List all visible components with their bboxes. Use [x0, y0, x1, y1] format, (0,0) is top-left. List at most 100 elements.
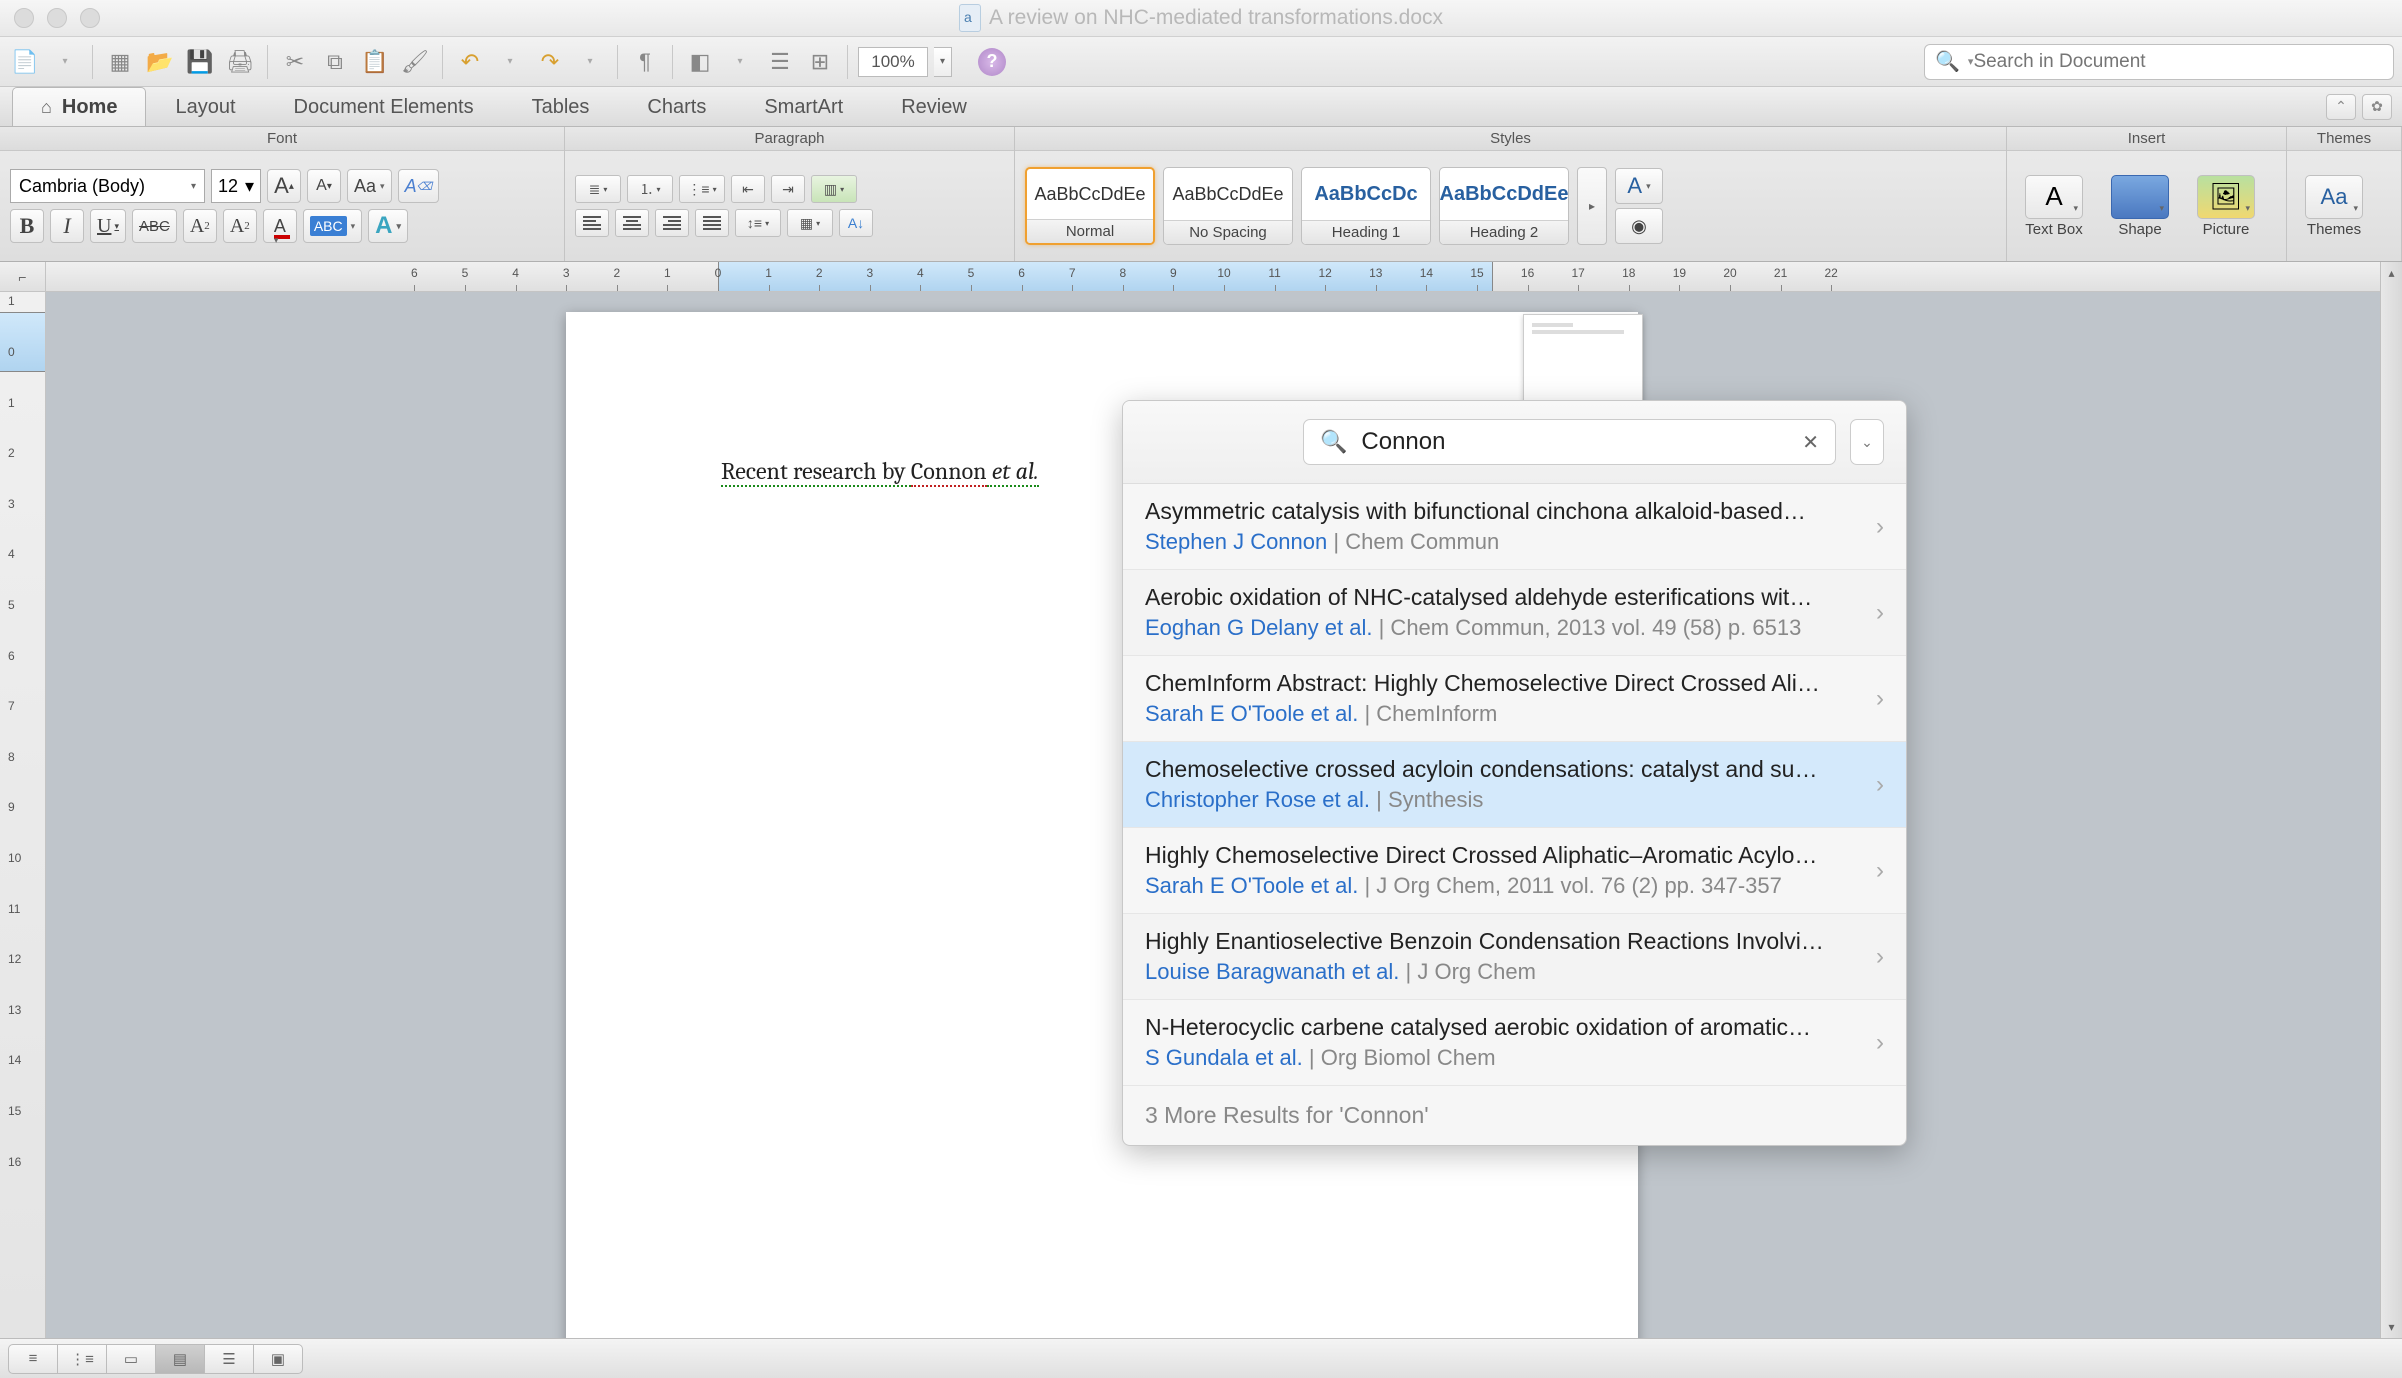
save-icon[interactable]: 💾 [183, 45, 217, 79]
media-icon[interactable]: ⊞ [803, 45, 837, 79]
result-item[interactable]: Aerobic oxidation of NHC-catalysed aldeh… [1123, 570, 1906, 656]
tab-charts[interactable]: Charts [618, 87, 735, 126]
document-text[interactable]: Recent research by Connon et al. [721, 457, 1039, 485]
result-item[interactable]: Asymmetric catalysis with bifunctional c… [1123, 484, 1906, 570]
horizontal-ruler[interactable]: 6543210123456789101112131415161718192021… [46, 262, 2402, 291]
copy-icon[interactable]: ⧉ [318, 45, 352, 79]
change-styles-button[interactable]: A [1615, 168, 1663, 204]
view-draft-button[interactable]: ≡ [8, 1344, 58, 1374]
tab-smartart[interactable]: SmartArt [735, 87, 872, 126]
scroll-down-icon[interactable]: ▾ [2381, 1316, 2402, 1338]
popup-search-options-icon[interactable]: ⌄ [1850, 419, 1884, 465]
result-item[interactable]: Chemoselective crossed acyloin condensat… [1123, 742, 1906, 828]
view-print-layout-button[interactable]: ▤ [155, 1344, 205, 1374]
style-card[interactable]: AaBbCcDcHeading 1 [1301, 167, 1431, 245]
superscript-button[interactable]: A2 [183, 209, 217, 243]
result-item[interactable]: N-Heterocyclic carbene catalysed aerobic… [1123, 1000, 1906, 1086]
increase-indent-button[interactable]: ⇥ [771, 175, 805, 203]
tab-layout[interactable]: Layout [146, 87, 264, 126]
zoom-window-icon[interactable] [80, 8, 100, 28]
redo-icon[interactable]: ↷ [533, 45, 567, 79]
popup-search-box[interactable]: 🔍 ✕ [1303, 419, 1836, 465]
view-notebook-button[interactable]: ☰ [204, 1344, 254, 1374]
search-document-input[interactable] [1973, 51, 2383, 73]
align-right-button[interactable] [655, 209, 689, 237]
justify-button[interactable] [695, 209, 729, 237]
styles-pane-button[interactable]: ◉ [1615, 208, 1663, 244]
tab-document-elements[interactable]: Document Elements [265, 87, 503, 126]
ribbon-settings-icon[interactable]: ✿ [2362, 94, 2392, 120]
shading-button[interactable]: ▦ [787, 209, 833, 237]
undo-icon[interactable]: ↶ [453, 45, 487, 79]
vertical-ruler[interactable]: 1012345678910111213141516 [0, 292, 46, 1338]
show-formatting-icon[interactable]: ¶ [628, 45, 662, 79]
result-item[interactable]: ChemInform Abstract: Highly Chemoselecti… [1123, 656, 1906, 742]
style-card[interactable]: AaBbCcDdEeHeading 2 [1439, 167, 1569, 245]
zoom-dropdown-icon[interactable]: ▾ [934, 47, 952, 77]
result-item[interactable]: Highly Chemoselective Direct Crossed Ali… [1123, 828, 1906, 914]
clear-formatting-button[interactable]: A⌫ [398, 169, 440, 203]
scroll-up-icon[interactable]: ▴ [2381, 262, 2402, 284]
themes-button[interactable]: Aa Themes [2295, 171, 2373, 242]
popup-search-input[interactable] [1361, 428, 1788, 456]
bullets-button[interactable]: ≣ [575, 175, 621, 203]
redo-dropdown-icon[interactable]: ▾ [573, 45, 607, 79]
multilevel-list-button[interactable]: ⋮≡ [679, 175, 725, 203]
cut-icon[interactable]: ✂ [278, 45, 312, 79]
new-doc-icon[interactable]: 📄 [8, 45, 42, 79]
italic-button[interactable]: I [50, 209, 84, 243]
open-template-icon[interactable]: ▦ [103, 45, 137, 79]
strikethrough-button[interactable]: ABC [132, 209, 177, 243]
shrink-font-button[interactable]: A▾ [307, 169, 341, 203]
change-case-button[interactable]: Aa [347, 169, 392, 203]
align-center-button[interactable] [615, 209, 649, 237]
columns-button[interactable]: ▥ [811, 175, 857, 203]
tab-tables[interactable]: Tables [503, 87, 619, 126]
tab-review[interactable]: Review [872, 87, 996, 126]
font-size-selector[interactable]: 12▾ [211, 169, 261, 203]
collapse-ribbon-icon[interactable]: ⌃ [2326, 94, 2356, 120]
paste-icon[interactable]: 📋 [358, 45, 392, 79]
shape-button[interactable]: Shape [2101, 171, 2179, 242]
view-outline-button[interactable]: ⋮≡ [57, 1344, 107, 1374]
view-focus-button[interactable]: ▣ [253, 1344, 303, 1374]
highlight-color-button[interactable]: ABC [303, 209, 362, 243]
style-card[interactable]: AaBbCcDdEeNormal [1025, 167, 1155, 245]
grow-font-button[interactable]: A▴ [267, 169, 301, 203]
tab-stop-selector[interactable]: ⌐ [0, 262, 46, 291]
new-doc-dropdown-icon[interactable]: ▾ [48, 45, 82, 79]
picture-button[interactable]: 🖼 Picture [2187, 171, 2265, 242]
clear-search-icon[interactable]: ✕ [1802, 430, 1819, 455]
style-card[interactable]: AaBbCcDdEeNo Spacing [1163, 167, 1293, 245]
toolbox-icon[interactable]: ☰ [763, 45, 797, 79]
textbox-button[interactable]: A Text Box [2015, 171, 2093, 242]
close-window-icon[interactable] [14, 8, 34, 28]
bold-button[interactable]: B [10, 209, 44, 243]
font-color-button[interactable]: A [263, 209, 297, 243]
help-icon[interactable]: ? [978, 48, 1006, 76]
subscript-button[interactable]: A2 [223, 209, 257, 243]
print-icon[interactable]: 🖨 [223, 45, 257, 79]
more-results[interactable]: 3 More Results for 'Connon' [1123, 1086, 1906, 1145]
zoom-value[interactable]: 100% [858, 47, 928, 77]
search-document-field[interactable]: 🔍 ▾ [1924, 44, 2394, 80]
minimize-window-icon[interactable] [47, 8, 67, 28]
decrease-indent-button[interactable]: ⇤ [731, 175, 765, 203]
sidebar-dropdown-icon[interactable]: ▾ [723, 45, 757, 79]
text-effects-button[interactable]: A [368, 209, 408, 243]
undo-dropdown-icon[interactable]: ▾ [493, 45, 527, 79]
line-spacing-button[interactable]: ↕≡ [735, 209, 781, 237]
tab-home[interactable]: ⌂Home [12, 87, 146, 126]
result-item[interactable]: Highly Enantioselective Benzoin Condensa… [1123, 914, 1906, 1000]
sort-button[interactable]: A↓ [839, 209, 873, 237]
underline-button[interactable]: U [90, 209, 126, 243]
open-icon[interactable]: 📂 [143, 45, 177, 79]
format-painter-icon[interactable]: 🖌 [398, 45, 432, 79]
align-left-button[interactable] [575, 209, 609, 237]
view-publishing-button[interactable]: ▭ [106, 1344, 156, 1374]
vertical-scrollbar[interactable]: ▴ ▾ [2380, 262, 2402, 1338]
numbering-button[interactable]: ⒈ [627, 175, 673, 203]
styles-gallery-next-icon[interactable]: ▸ [1577, 167, 1607, 245]
font-name-selector[interactable]: Cambria (Body)▾ [10, 169, 205, 203]
sidebar-icon[interactable]: ◧ [683, 45, 717, 79]
